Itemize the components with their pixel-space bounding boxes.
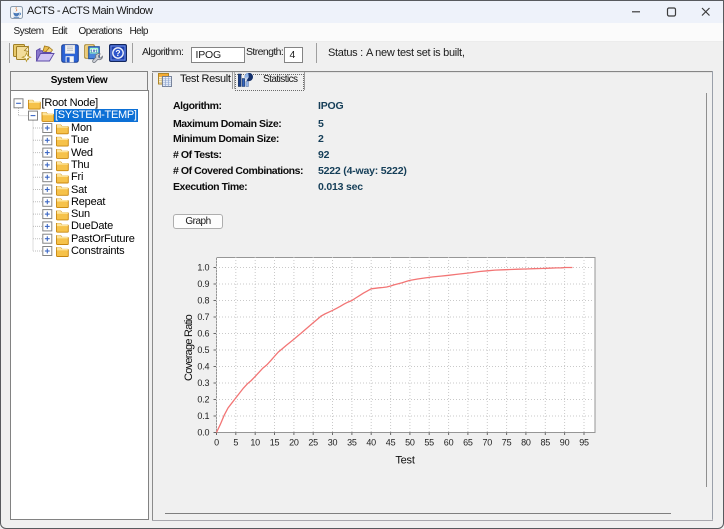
svg-text:45: 45 — [386, 438, 396, 448]
svg-text:0.0: 0.0 — [197, 428, 209, 438]
svg-text:50: 50 — [405, 438, 415, 448]
svg-text:0.8: 0.8 — [197, 296, 209, 306]
svg-text:1.0: 1.0 — [197, 263, 209, 273]
svg-text:60: 60 — [444, 438, 454, 448]
svg-text:90: 90 — [560, 438, 570, 448]
svg-text:0.2: 0.2 — [197, 395, 209, 405]
svg-text:0: 0 — [214, 438, 219, 448]
svg-text:80: 80 — [521, 438, 531, 448]
svg-text:30: 30 — [328, 438, 338, 448]
svg-text:15: 15 — [270, 438, 280, 448]
svg-text:5: 5 — [233, 438, 238, 448]
svg-text:95: 95 — [579, 438, 589, 448]
svg-text:Coverage Ratio: Coverage Ratio — [183, 314, 195, 381]
svg-text:0.5: 0.5 — [197, 345, 209, 355]
svg-text:0.7: 0.7 — [197, 312, 209, 322]
svg-text:0.3: 0.3 — [197, 378, 209, 388]
svg-text:75: 75 — [502, 438, 512, 448]
svg-text:20: 20 — [289, 438, 299, 448]
svg-text:0.4: 0.4 — [197, 362, 209, 372]
svg-text:85: 85 — [540, 438, 550, 448]
svg-text:40: 40 — [366, 438, 376, 448]
svg-text:10: 10 — [250, 438, 260, 448]
svg-text:Test: Test — [395, 455, 415, 467]
svg-text:0.9: 0.9 — [197, 279, 209, 289]
svg-text:35: 35 — [347, 438, 357, 448]
svg-text:0.1: 0.1 — [197, 411, 209, 421]
svg-text:?: ? — [115, 48, 120, 58]
svg-text:25: 25 — [308, 438, 318, 448]
svg-text:70: 70 — [482, 438, 492, 448]
svg-text:55: 55 — [424, 438, 434, 448]
svg-text:65: 65 — [463, 438, 473, 448]
svg-text:0.6: 0.6 — [197, 329, 209, 339]
